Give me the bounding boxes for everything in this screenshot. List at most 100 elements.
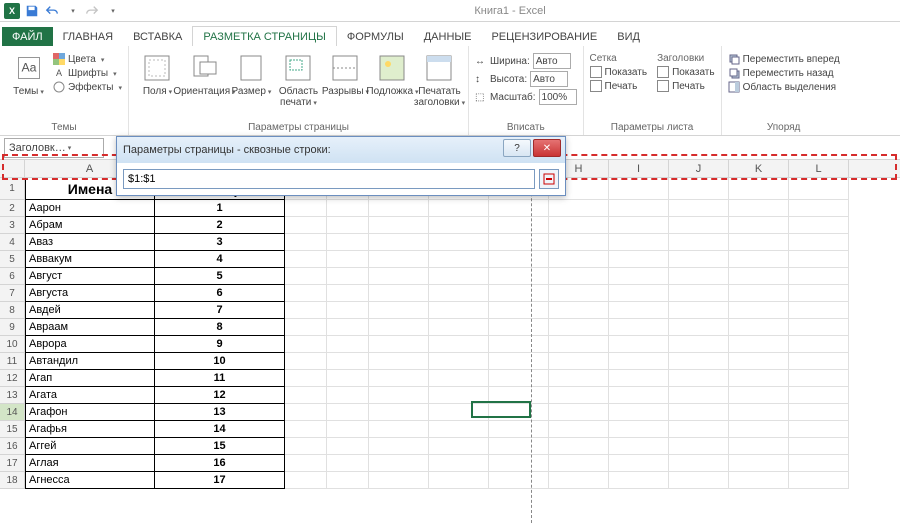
row-header[interactable]: 18 xyxy=(0,472,25,489)
cell[interactable] xyxy=(669,370,729,387)
cell[interactable]: Аврора xyxy=(25,336,155,353)
cell[interactable] xyxy=(669,455,729,472)
cell[interactable]: 17 xyxy=(155,472,285,489)
cell[interactable] xyxy=(285,438,327,455)
cell[interactable]: Агнесса xyxy=(25,472,155,489)
cell[interactable] xyxy=(285,302,327,319)
redo-icon[interactable] xyxy=(84,3,100,19)
cell[interactable] xyxy=(669,387,729,404)
cell[interactable] xyxy=(549,404,609,421)
cell[interactable] xyxy=(369,404,429,421)
cell[interactable] xyxy=(327,234,369,251)
cell[interactable] xyxy=(429,370,489,387)
cell[interactable]: 15 xyxy=(155,438,285,455)
save-icon[interactable] xyxy=(24,3,40,19)
tab-page-layout[interactable]: РАЗМЕТКА СТРАНИЦЫ xyxy=(192,26,336,46)
cell[interactable] xyxy=(669,438,729,455)
cell[interactable] xyxy=(609,336,669,353)
cell[interactable] xyxy=(489,200,549,217)
gridlines-print-checkbox[interactable]: Печать xyxy=(590,79,648,93)
cell[interactable] xyxy=(789,319,849,336)
margins-button[interactable]: Поля xyxy=(135,48,180,120)
cell[interactable] xyxy=(489,319,549,336)
cell[interactable] xyxy=(489,472,549,489)
cell[interactable] xyxy=(669,353,729,370)
cell[interactable] xyxy=(369,285,429,302)
cell[interactable] xyxy=(369,370,429,387)
cell[interactable] xyxy=(369,455,429,472)
cell[interactable] xyxy=(549,319,609,336)
height-control[interactable]: ↕Высота:Авто xyxy=(475,70,577,88)
cell[interactable]: Агафон xyxy=(25,404,155,421)
cell[interactable] xyxy=(489,302,549,319)
cell[interactable]: 8 xyxy=(155,319,285,336)
cell[interactable] xyxy=(729,285,789,302)
cell[interactable] xyxy=(669,336,729,353)
dialog-help-button[interactable]: ? xyxy=(503,139,531,157)
cell[interactable] xyxy=(609,178,669,200)
cell[interactable] xyxy=(609,387,669,404)
row-header[interactable]: 2 xyxy=(0,200,25,217)
cell[interactable] xyxy=(489,268,549,285)
cell[interactable] xyxy=(789,353,849,370)
cell[interactable] xyxy=(729,455,789,472)
cell[interactable] xyxy=(729,370,789,387)
cell[interactable] xyxy=(369,387,429,404)
cell[interactable] xyxy=(729,217,789,234)
row-header[interactable]: 14 xyxy=(0,404,25,421)
cell[interactable] xyxy=(285,421,327,438)
cell[interactable] xyxy=(609,472,669,489)
cell[interactable]: Аглая xyxy=(25,455,155,472)
cell[interactable] xyxy=(489,421,549,438)
cell[interactable] xyxy=(489,404,549,421)
cell[interactable] xyxy=(489,251,549,268)
cell[interactable] xyxy=(669,178,729,200)
cell[interactable]: 14 xyxy=(155,421,285,438)
cell[interactable] xyxy=(729,438,789,455)
cell[interactable] xyxy=(327,472,369,489)
cell[interactable] xyxy=(669,472,729,489)
cell[interactable] xyxy=(549,285,609,302)
cell[interactable]: Авдей xyxy=(25,302,155,319)
cell[interactable] xyxy=(789,370,849,387)
cell[interactable] xyxy=(609,234,669,251)
height-value[interactable]: Авто xyxy=(530,71,568,87)
cell[interactable] xyxy=(369,438,429,455)
tab-review[interactable]: РЕЦЕНЗИРОВАНИЕ xyxy=(481,27,607,46)
fonts-button[interactable]: AШрифты xyxy=(53,66,122,80)
cell[interactable] xyxy=(609,421,669,438)
cell[interactable] xyxy=(285,234,327,251)
tab-data[interactable]: ДАННЫЕ xyxy=(414,27,482,46)
width-control[interactable]: ↔Ширина:Авто xyxy=(475,52,577,70)
cell[interactable] xyxy=(549,370,609,387)
cell[interactable] xyxy=(789,404,849,421)
cell[interactable]: 6 xyxy=(155,285,285,302)
cell[interactable] xyxy=(549,268,609,285)
cell[interactable] xyxy=(609,404,669,421)
cell[interactable] xyxy=(429,472,489,489)
cell[interactable]: 4 xyxy=(155,251,285,268)
cell[interactable] xyxy=(789,438,849,455)
cell[interactable] xyxy=(369,353,429,370)
cell[interactable] xyxy=(669,268,729,285)
cell[interactable]: Автандил xyxy=(25,353,155,370)
row-header[interactable]: 1 xyxy=(0,178,25,200)
cell[interactable] xyxy=(549,438,609,455)
cell[interactable] xyxy=(789,302,849,319)
cell[interactable] xyxy=(789,421,849,438)
cell[interactable] xyxy=(285,353,327,370)
cell[interactable] xyxy=(789,472,849,489)
cell[interactable] xyxy=(285,200,327,217)
cell[interactable] xyxy=(369,302,429,319)
cell[interactable] xyxy=(789,234,849,251)
cell[interactable] xyxy=(789,285,849,302)
rows-to-repeat-input[interactable] xyxy=(123,169,535,189)
cell[interactable] xyxy=(369,200,429,217)
cell[interactable] xyxy=(327,353,369,370)
cell[interactable] xyxy=(729,421,789,438)
cell[interactable] xyxy=(669,251,729,268)
cell[interactable] xyxy=(327,217,369,234)
cell[interactable]: Аарон xyxy=(25,200,155,217)
cell[interactable] xyxy=(549,251,609,268)
cell[interactable] xyxy=(549,200,609,217)
